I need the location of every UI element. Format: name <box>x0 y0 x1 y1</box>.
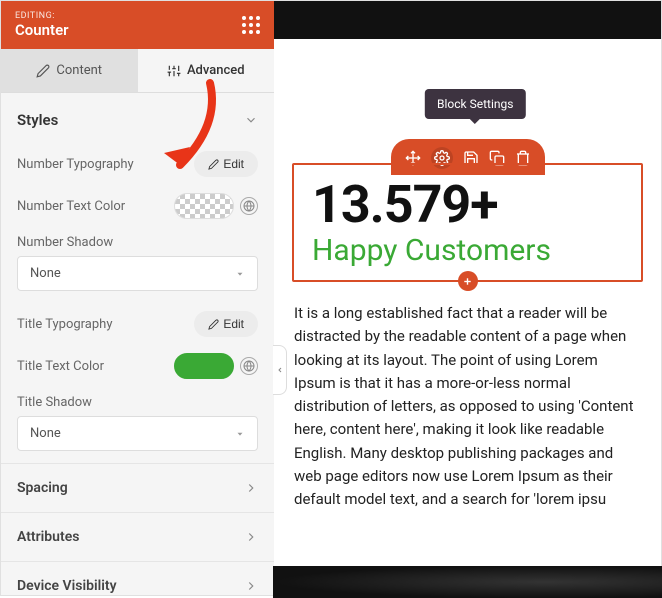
chevron-right-icon <box>244 579 258 593</box>
caret-down-icon <box>235 429 245 439</box>
number-typography-edit-button[interactable]: Edit <box>194 151 258 177</box>
styles-panel: Styles Number Typography Edit Number Tex… <box>1 93 274 595</box>
title-shadow-select[interactable]: None <box>17 416 258 451</box>
chevron-left-icon <box>276 364 284 376</box>
styles-section-header[interactable]: Styles <box>1 93 274 143</box>
grid-icon[interactable] <box>242 16 260 34</box>
globe-icon[interactable] <box>240 357 258 375</box>
collapse-sidebar-handle[interactable] <box>273 345 287 395</box>
editor-header: EDITING: Counter <box>1 1 274 49</box>
plus-icon <box>462 276 473 287</box>
title-typography-edit-button[interactable]: Edit <box>194 311 258 337</box>
tabs: Content Advanced <box>1 49 274 93</box>
counter-number: 13.579+ <box>312 179 623 231</box>
device-visibility-section[interactable]: Device Visibility <box>1 561 274 595</box>
preview-header-bar <box>274 1 661 39</box>
sidebar: EDITING: Counter Content Advanced Styles <box>1 1 274 595</box>
caret-down-icon <box>235 269 245 279</box>
chevron-right-icon <box>244 530 258 544</box>
pencil-icon <box>208 159 219 170</box>
title-text-color-swatch[interactable] <box>174 353 234 379</box>
title-shadow-label: Title Shadow <box>1 387 274 416</box>
block-settings-tooltip: Block Settings <box>425 89 525 119</box>
preview-footer-bar <box>273 566 662 598</box>
counter-block[interactable]: 13.579+ Happy Customers <box>292 163 643 282</box>
pencil-icon <box>36 64 50 78</box>
spacing-section[interactable]: Spacing <box>1 463 274 512</box>
tab-advanced[interactable]: Advanced <box>138 49 275 92</box>
preview-area: Block Settings 13.579+ Happy Customers I… <box>274 1 661 595</box>
styles-title: Styles <box>17 111 58 129</box>
title-typography-row: Title Typography Edit <box>1 303 274 345</box>
number-typography-row: Number Typography Edit <box>1 143 274 185</box>
counter-title: Happy Customers <box>312 233 623 268</box>
title-text-color-row: Title Text Color <box>1 345 274 387</box>
editing-label: EDITING: <box>15 11 69 21</box>
tab-content[interactable]: Content <box>1 49 138 92</box>
add-block-button[interactable] <box>458 271 478 291</box>
number-text-color-swatch[interactable] <box>174 193 234 219</box>
number-text-color-row: Number Text Color <box>1 185 274 227</box>
editing-title: Counter <box>15 21 69 39</box>
body-text: It is a long established fact that a rea… <box>292 302 643 511</box>
pencil-icon <box>208 319 219 330</box>
globe-icon[interactable] <box>240 197 258 215</box>
number-shadow-select[interactable]: None <box>17 256 258 291</box>
attributes-section[interactable]: Attributes <box>1 512 274 561</box>
sliders-icon <box>167 64 181 78</box>
chevron-right-icon <box>244 481 258 495</box>
chevron-down-icon <box>244 113 258 127</box>
number-shadow-label: Number Shadow <box>1 227 274 256</box>
